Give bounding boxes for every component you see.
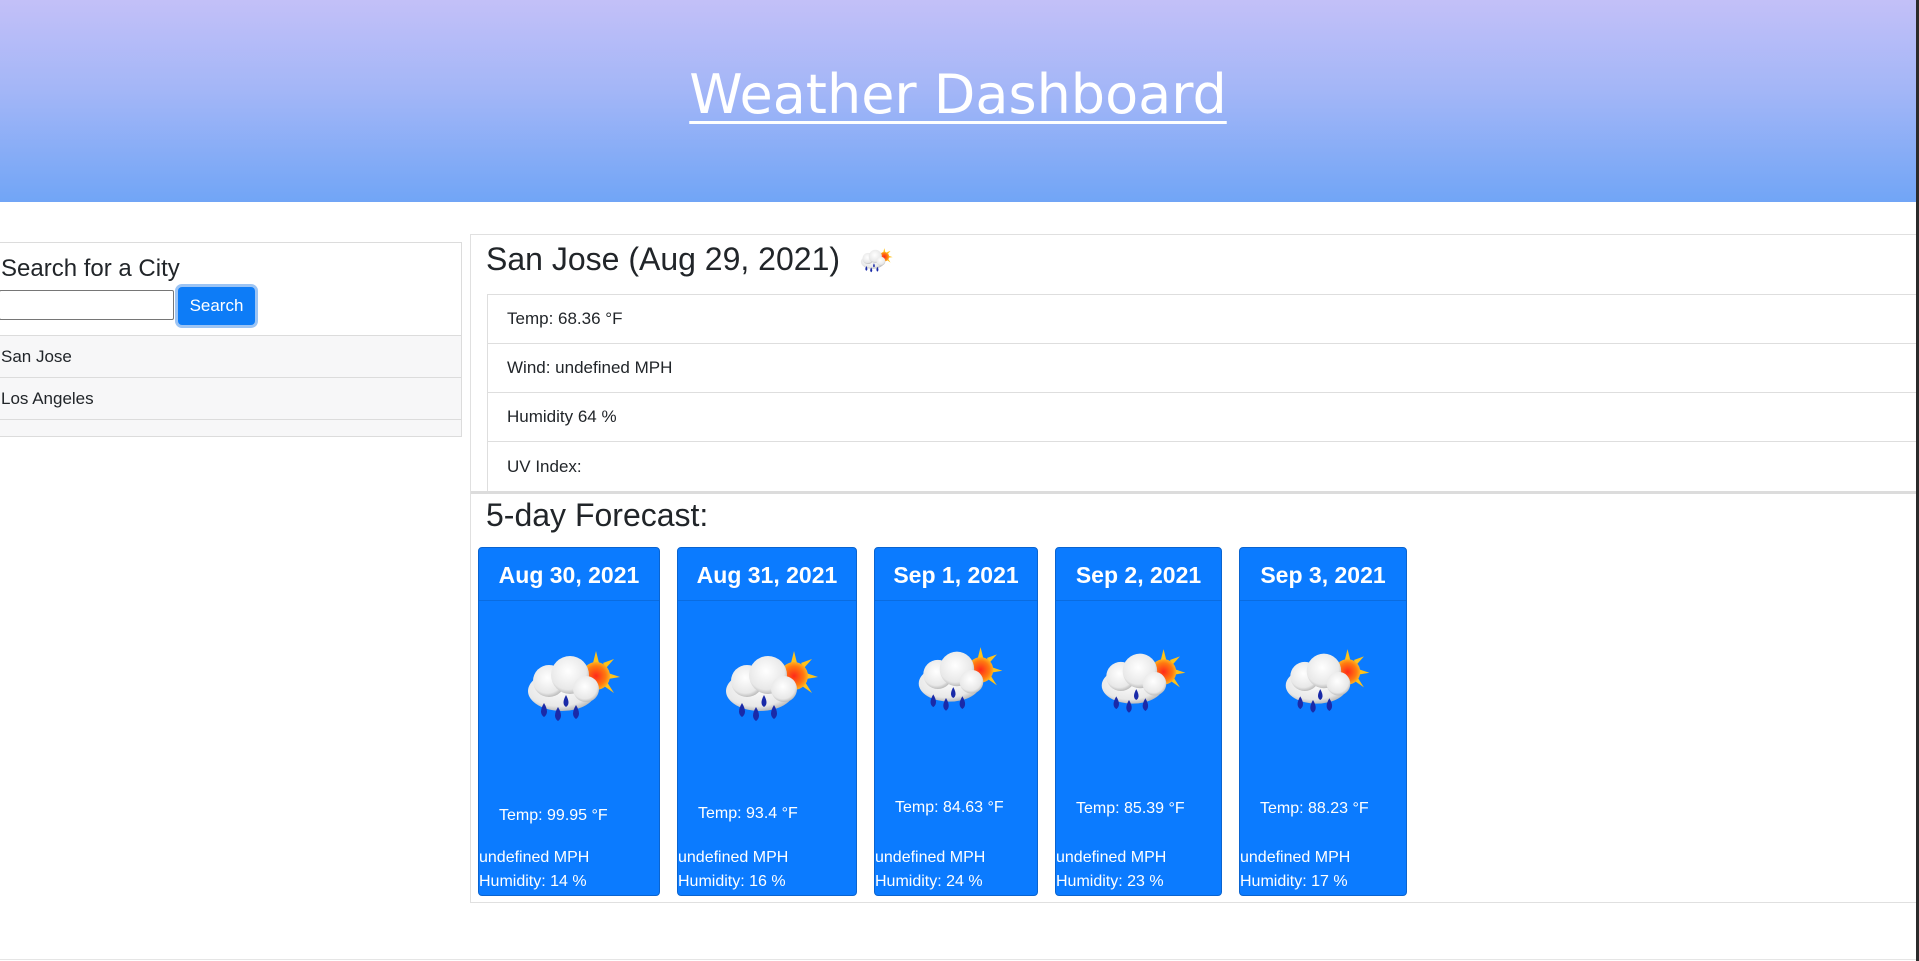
forecast-humidity: Humidity: 24 % bbox=[875, 873, 983, 890]
forecast-humidity: Humidity: 17 % bbox=[1240, 873, 1348, 890]
current-uv-index: UV Index: bbox=[507, 456, 582, 476]
history-empty-slot bbox=[0, 419, 461, 437]
city-search-input[interactable] bbox=[0, 290, 174, 320]
search-heading: Search for a City bbox=[1, 255, 180, 282]
rain-sun-icon bbox=[528, 651, 620, 721]
forecast-card: Sep 3, 2021 Temp: 88.23 °F undefined MPH… bbox=[1239, 547, 1407, 896]
current-humidity: Humidity 64 % bbox=[488, 393, 1919, 442]
page-title: Weather Dashboard bbox=[689, 63, 1227, 126]
forecast-temp: Temp: 88.23 °F bbox=[1260, 800, 1369, 817]
forecast-wind: undefined MPH bbox=[1240, 849, 1351, 866]
rain-sun-icon bbox=[860, 247, 893, 272]
rain-sun-icon bbox=[1101, 649, 1185, 713]
forecast-wind: undefined MPH bbox=[678, 849, 789, 866]
forecast-humidity: Humidity: 14 % bbox=[479, 873, 587, 890]
search-button[interactable]: Search bbox=[178, 287, 255, 325]
rain-sun-icon bbox=[1285, 649, 1370, 713]
forecast-temp: Temp: 84.63 °F bbox=[895, 799, 1004, 816]
forecast-card: Aug 31, 2021 Temp: 93.4 °F undefined MPH… bbox=[677, 547, 857, 896]
forecast-card: Sep 1, 2021 Temp: 84.63 °F undefined MPH… bbox=[874, 547, 1038, 896]
forecast-date: Aug 31, 2021 bbox=[678, 548, 856, 601]
rain-sun-icon bbox=[726, 651, 818, 721]
forecast-card: Aug 30, 2021 Temp: 99.95 °F undefined MP… bbox=[478, 547, 660, 896]
forecast-wind: undefined MPH bbox=[1056, 849, 1167, 866]
forecast-date: Sep 3, 2021 bbox=[1240, 548, 1406, 601]
forecast-date: Sep 1, 2021 bbox=[875, 548, 1037, 601]
current-temp: Temp: 68.36 °F bbox=[488, 295, 1919, 344]
current-conditions-list: Temp: 68.36 °F Wind: undefined MPH Humid… bbox=[487, 294, 1919, 492]
current-weather-panel: San Jose (Aug 29, 2021) Temp: 68.36 °F W… bbox=[470, 234, 1919, 903]
forecast-date: Aug 30, 2021 bbox=[479, 548, 659, 601]
forecast-wind: undefined MPH bbox=[479, 849, 590, 866]
forecast-wind: undefined MPH bbox=[875, 849, 986, 866]
forecast-humidity: Humidity: 23 % bbox=[1056, 873, 1164, 890]
search-history-list: San Jose Los Angeles bbox=[0, 335, 461, 437]
current-city-heading: San Jose (Aug 29, 2021) bbox=[486, 241, 841, 277]
forecast-date: Sep 2, 2021 bbox=[1056, 548, 1221, 601]
footer-divider bbox=[0, 959, 1916, 960]
header-banner: Weather Dashboard bbox=[0, 0, 1916, 202]
forecast-heading: 5-day Forecast: bbox=[486, 497, 709, 533]
forecast-humidity: Humidity: 16 % bbox=[678, 873, 786, 890]
search-panel: Search for a City Search San Jose Los An… bbox=[0, 242, 462, 437]
forecast-temp: Temp: 99.95 °F bbox=[499, 807, 608, 824]
forecast-card: Sep 2, 2021 Temp: 85.39 °F undefined MPH… bbox=[1055, 547, 1222, 896]
forecast-temp: Temp: 93.4 °F bbox=[698, 805, 798, 822]
history-item-los-angeles[interactable]: Los Angeles bbox=[0, 377, 461, 419]
forecast-temp: Temp: 85.39 °F bbox=[1076, 800, 1185, 817]
current-city-title: San Jose (Aug 29, 2021) bbox=[486, 241, 894, 278]
rain-sun-icon bbox=[918, 647, 1003, 711]
section-divider bbox=[471, 491, 1919, 494]
current-wind: Wind: undefined MPH bbox=[488, 344, 1919, 393]
history-item-san-jose[interactable]: San Jose bbox=[0, 335, 461, 377]
